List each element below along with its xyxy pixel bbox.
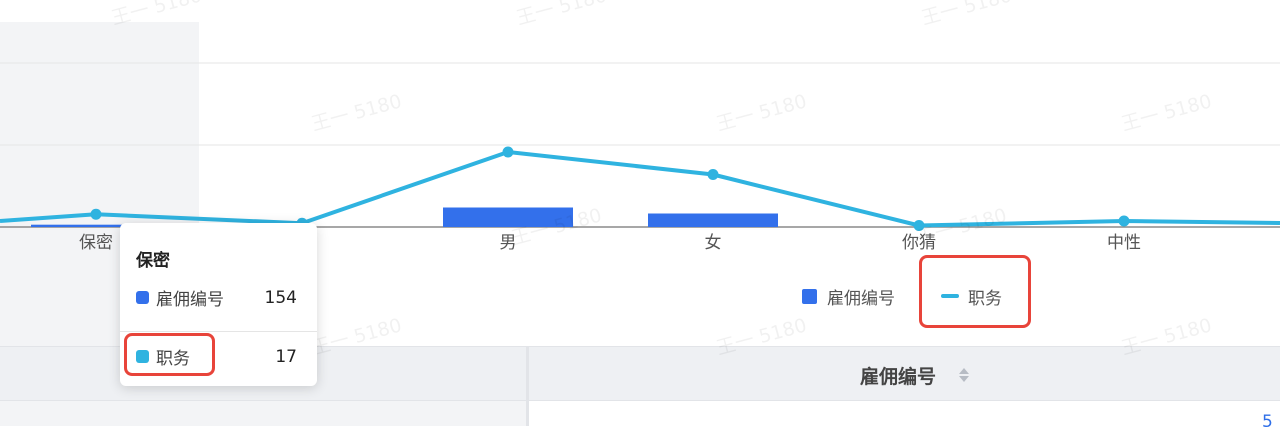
series-line — [0, 150, 1280, 228]
tooltip-row-name: 雇佣编号 — [156, 290, 224, 310]
line-point[interactable] — [90, 208, 102, 220]
line-point[interactable] — [707, 169, 719, 180]
tooltip-title: 保密 — [136, 251, 170, 271]
line-point[interactable] — [1118, 215, 1130, 227]
chart-legend: 雇佣编号 职务 — [802, 282, 1002, 310]
bar[interactable] — [648, 213, 778, 228]
tooltip-line-swatch-icon — [136, 350, 149, 363]
x-tick-label: 中性 — [1107, 233, 1141, 253]
tooltip-row-value: 17 — [275, 346, 297, 367]
tooltip-row: 职务 17 — [136, 344, 297, 369]
grid-lines — [0, 62, 1280, 228]
legend-item-line[interactable]: 职务 — [941, 284, 1002, 309]
legend-item-bar[interactable]: 雇佣编号 — [802, 284, 895, 309]
tooltip-divider — [120, 331, 317, 332]
column-header-label[interactable]: 雇佣编号 — [860, 362, 936, 389]
legend-label: 职务 — [968, 288, 1002, 309]
sort-icon[interactable] — [958, 366, 970, 384]
table-row-left-cell — [0, 400, 526, 426]
x-tick-label: 保密 — [79, 233, 113, 253]
line-series — [0, 146, 1280, 231]
line-point[interactable] — [913, 220, 925, 231]
x-tick-label: 你猜 — [902, 233, 936, 253]
legend-bar-swatch-icon — [802, 288, 817, 304]
line-point[interactable] — [502, 146, 514, 158]
column-divider[interactable] — [526, 346, 529, 426]
x-tick-label: 女 — [705, 233, 722, 253]
tooltip-row-value: 154 — [264, 287, 297, 308]
table-row-right-cell — [529, 400, 1280, 426]
tooltip-row-name: 职务 — [156, 349, 190, 369]
legend-line-swatch-icon — [941, 294, 959, 298]
legend-label: 雇佣编号 — [827, 288, 895, 309]
x-tick-label: 男 — [500, 233, 517, 253]
chart-tooltip: 保密 雇佣编号 154 职务 17 — [120, 223, 317, 386]
tooltip-bar-swatch-icon — [136, 291, 149, 304]
bar[interactable] — [443, 207, 573, 228]
tooltip-row: 雇佣编号 154 — [136, 285, 297, 310]
table-cell-value: 5 — [1262, 412, 1273, 432]
